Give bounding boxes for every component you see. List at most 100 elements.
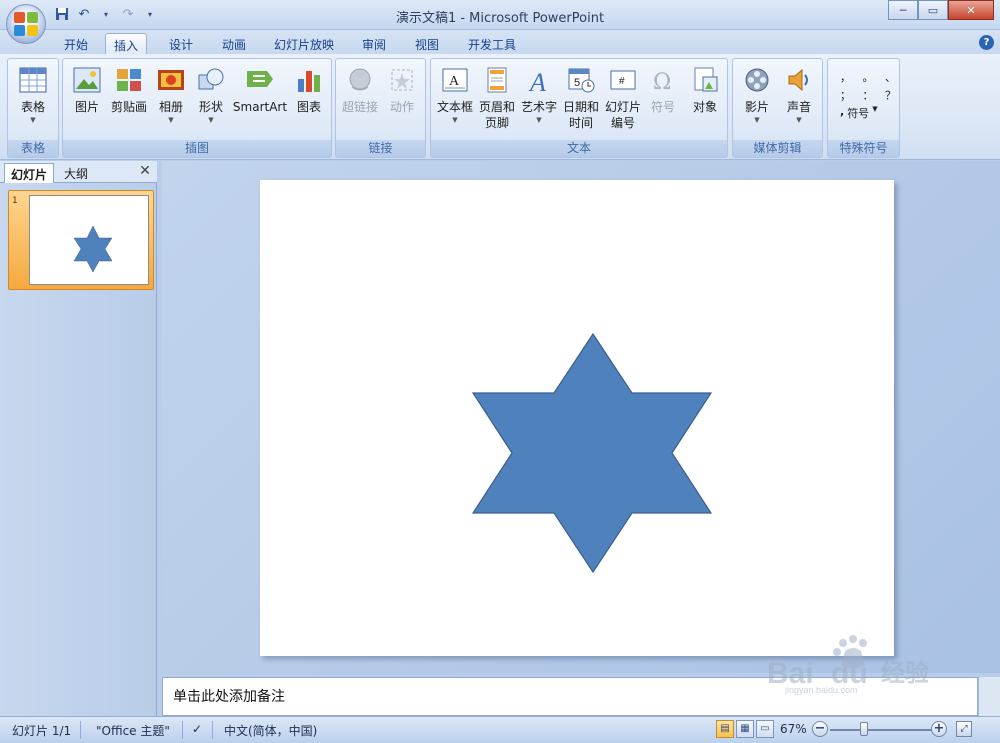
slide-thumbnail-selected[interactable]: 1: [8, 190, 154, 290]
picture-button[interactable]: 图片: [65, 65, 109, 115]
slideshow-view-icon[interactable]: ▭: [756, 720, 774, 738]
chart-button[interactable]: 图表: [287, 65, 331, 115]
hyperlink-button[interactable]: 超链接: [338, 65, 382, 115]
zoom-slider-thumb[interactable]: [860, 722, 868, 736]
textbox-label: 文本框: [436, 100, 473, 114]
symbol-item[interactable]: 、: [885, 69, 896, 87]
pane-tabs: 幻灯片 大纲 ✕: [0, 161, 157, 183]
textbox-button[interactable]: A 文本框 ▼: [433, 65, 477, 125]
svg-text:经验: 经验: [881, 659, 929, 687]
tab-slideshow[interactable]: 幻灯片放映: [266, 33, 342, 54]
thumbnail-star-icon: [73, 225, 113, 273]
table-button[interactable]: 表格 ▼: [11, 65, 55, 125]
group-label-special-symbols: 特殊符号: [828, 140, 899, 157]
clipart-label: 剪贴画: [110, 100, 147, 114]
symbol-row: ， 。 、: [840, 69, 896, 87]
group-label-media: 媒体剪辑: [733, 140, 822, 157]
svg-text:Ω: Ω: [653, 70, 671, 93]
chevron-down-icon: ▼: [796, 116, 802, 124]
action-label: 动作: [389, 100, 414, 114]
zoom-slider[interactable]: [830, 729, 934, 731]
group-label-illustrations: 插图: [63, 140, 331, 157]
minimize-button[interactable]: ─: [888, 0, 918, 20]
tab-review[interactable]: 审阅: [354, 33, 394, 54]
header-footer-button[interactable]: 页眉和页脚: [475, 65, 519, 131]
zoom-level[interactable]: 67%: [780, 722, 807, 736]
symbol-item[interactable]: ，: [840, 69, 851, 87]
group-label-text: 文本: [431, 140, 727, 157]
spellcheck-icon[interactable]: ✓: [192, 722, 202, 736]
symbol-item[interactable]: ？: [885, 87, 896, 105]
symbol-item[interactable]: 。: [863, 69, 874, 87]
chevron-down-icon: ▼: [208, 116, 214, 124]
comma-icon: ,: [840, 105, 845, 118]
slide-canvas[interactable]: [260, 180, 894, 656]
chevron-down-icon: ▼: [754, 116, 760, 124]
object-button[interactable]: 对象: [683, 65, 727, 115]
picture-label: 图片: [74, 100, 99, 114]
header-footer-icon: [482, 65, 512, 95]
movie-icon: [742, 65, 772, 95]
chevron-down-icon: ▼: [30, 116, 36, 124]
smartart-icon: [245, 65, 275, 95]
close-button[interactable]: ✕: [948, 0, 994, 20]
six-point-star-shape[interactable]: [471, 332, 713, 574]
ribbon: 表格 ▼ 表格 图片 剪贴画 相册 ▼ 形状 ▼ SmartArt 图表 插图 …: [0, 54, 1000, 160]
office-logo-icon: [14, 12, 38, 36]
picture-icon: [72, 65, 102, 95]
help-icon[interactable]: ?: [979, 35, 994, 50]
language-indicator: 中文(简体，中国): [224, 724, 318, 738]
title-bar: ↶ ▾ ↷ ▾ 演示文稿1 - Microsoft PowerPoint ─ ▭…: [0, 0, 1000, 30]
zoom-out-button[interactable]: −: [812, 721, 828, 737]
symbol-dropdown[interactable]: , 符号 ▼: [840, 105, 896, 123]
slide-sorter-view-icon[interactable]: ▦: [736, 720, 754, 738]
tab-design[interactable]: 设计: [161, 33, 201, 54]
group-illustrations: 图片 剪贴画 相册 ▼ 形状 ▼ SmartArt 图表 插图: [62, 58, 332, 158]
ribbon-tabs: 开始 插入 设计 动画 幻灯片放映 审阅 视图 开发工具 ?: [0, 30, 1000, 54]
wordart-label: 艺术字: [520, 100, 557, 114]
chart-icon: [294, 65, 324, 95]
wordart-button[interactable]: A 艺术字 ▼: [517, 65, 561, 125]
sound-button[interactable]: 声音 ▼: [777, 65, 821, 125]
table-label: 表格: [20, 100, 45, 114]
clipart-button[interactable]: 剪贴画: [107, 65, 151, 115]
tab-developer[interactable]: 开发工具: [460, 33, 524, 54]
tab-animations[interactable]: 动画: [214, 33, 254, 54]
tab-outline[interactable]: 大纲: [58, 163, 94, 183]
shapes-button[interactable]: 形状 ▼: [189, 65, 233, 125]
separator: [80, 721, 81, 739]
maximize-button[interactable]: ▭: [918, 0, 948, 20]
photo-album-icon: [156, 65, 186, 95]
slide-number-button[interactable]: # 幻灯片编号: [601, 65, 645, 131]
office-button[interactable]: [6, 4, 46, 44]
notes-scrollbar[interactable]: [978, 677, 1000, 716]
tab-slides[interactable]: 幻灯片: [4, 163, 55, 183]
tab-insert[interactable]: 插入: [105, 33, 148, 54]
movie-button[interactable]: 影片 ▼: [735, 65, 779, 125]
date-time-button[interactable]: 5 日期和时间: [559, 65, 603, 131]
object-icon: [690, 65, 720, 95]
separator: [182, 721, 183, 739]
special-symbol-grid: ， 。 、 ； ： ？ , 符号 ▼: [840, 69, 896, 123]
symbol-item[interactable]: ：: [863, 87, 874, 105]
photo-album-button[interactable]: 相册 ▼: [149, 65, 193, 125]
fit-to-window-icon[interactable]: ⤢: [956, 721, 972, 737]
symbol-dropdown-label: 符号: [847, 107, 870, 120]
smartart-button[interactable]: SmartArt: [231, 65, 289, 115]
tab-view[interactable]: 视图: [407, 33, 447, 54]
textbox-icon: A: [440, 65, 470, 95]
group-special-symbols: ， 。 、 ； ： ？ , 符号 ▼ 特殊符号: [827, 58, 900, 158]
window-title: 演示文稿1 - Microsoft PowerPoint: [395, 11, 605, 26]
hyperlink-label: 超链接: [341, 100, 378, 114]
tab-home[interactable]: 开始: [56, 33, 96, 54]
action-button[interactable]: 动作: [380, 65, 424, 115]
symbol-button[interactable]: Ω 符号: [641, 65, 685, 115]
svg-text:A: A: [528, 68, 546, 93]
symbol-item[interactable]: ；: [840, 87, 851, 105]
close-icon[interactable]: ✕: [137, 163, 153, 179]
photo-album-label: 相册: [158, 100, 183, 114]
symbol-label: 符号: [650, 100, 675, 114]
zoom-in-button[interactable]: +: [931, 721, 947, 737]
normal-view-icon[interactable]: ▤: [716, 720, 734, 738]
table-icon: [18, 65, 48, 95]
